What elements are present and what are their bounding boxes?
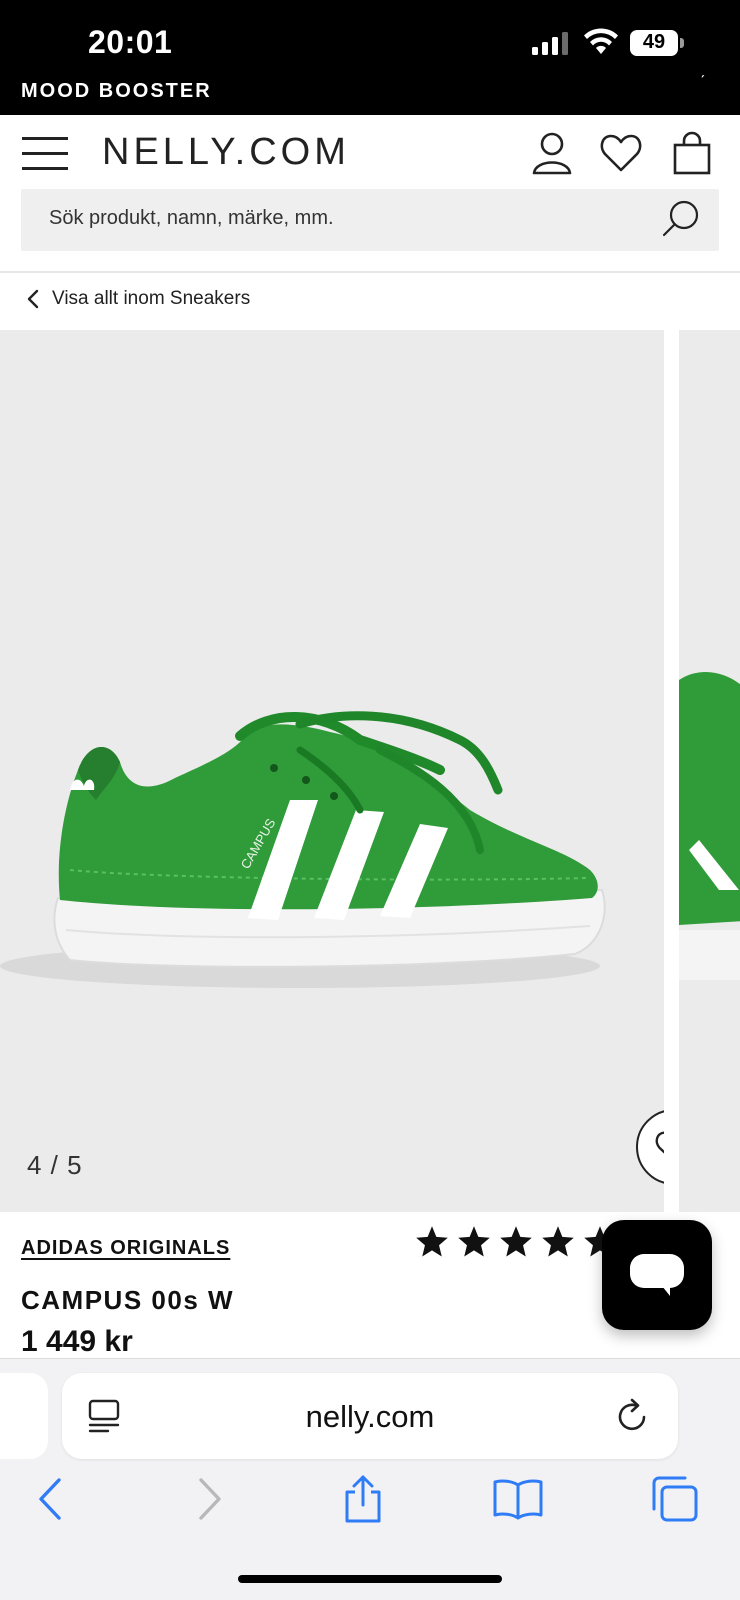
next-product-image-peek[interactable]	[679, 330, 740, 1212]
wishlist-heart-icon[interactable]	[599, 131, 643, 175]
gallery-counter: 4 / 5	[27, 1150, 83, 1180]
menu-icon[interactable]	[22, 137, 68, 171]
star-icon	[416, 1226, 448, 1257]
sneaker-image-next	[679, 671, 740, 980]
product-price: 1 449 kr	[21, 1325, 133, 1358]
product-brand-link[interactable]: ADIDAS ORIGINALS	[21, 1237, 230, 1260]
star-icon	[542, 1226, 574, 1257]
tabs-icon	[652, 1476, 698, 1522]
chat-support-button[interactable]	[602, 1220, 712, 1330]
home-indicator[interactable]	[238, 1575, 502, 1583]
back-button[interactable]	[22, 1471, 78, 1527]
heart-icon	[655, 1131, 664, 1154]
address-bar[interactable]: nelly.com	[62, 1373, 678, 1459]
search-placeholder: Sök produkt, namn, märke, mm.	[49, 207, 334, 229]
clock: 20:01	[88, 24, 173, 60]
site-header: NELLY.COM Sök produkt, namn, märke, mm.	[0, 115, 740, 273]
sneaker-image: CAMPUS	[0, 711, 606, 988]
forward-button[interactable]	[182, 1471, 238, 1527]
product-name: CAMPUS 00s W	[21, 1285, 235, 1315]
tabs-button[interactable]	[646, 1471, 702, 1527]
chevron-left-icon	[27, 289, 39, 309]
star-icon	[500, 1226, 532, 1257]
promo-banner-text[interactable]: MOOD BOOSTER	[21, 80, 212, 103]
battery-icon: 49	[630, 30, 684, 56]
battery-level: 49	[642, 31, 666, 53]
previous-tab-peek[interactable]	[0, 1373, 48, 1459]
url-text[interactable]: nelly.com	[62, 1399, 678, 1435]
shopping-bag-icon[interactable]	[670, 131, 714, 175]
share-icon	[345, 1475, 381, 1523]
search-icon[interactable]	[661, 199, 701, 239]
share-button[interactable]	[335, 1471, 391, 1527]
back-to-category-link[interactable]: Visa allt inom Sneakers	[26, 288, 250, 310]
promo-chevron-icon: ˊ	[700, 74, 706, 91]
back-link-label: Visa allt inom Sneakers	[52, 288, 251, 309]
status-bar: 20:01 49 MOOD BOOSTER ˊ	[0, 0, 740, 115]
reload-icon[interactable]	[614, 1397, 652, 1435]
forward-arrow-icon	[199, 1478, 221, 1520]
search-input[interactable]: Sök produkt, namn, märke, mm.	[21, 189, 719, 251]
product-image-gallery[interactable]: CAMPUS 4 / 5	[0, 330, 740, 1212]
product-image-slide[interactable]: CAMPUS 4 / 5	[0, 330, 664, 1212]
back-arrow-icon	[39, 1478, 61, 1520]
chat-bubble-icon	[630, 1254, 684, 1296]
rating-stars[interactable]	[414, 1224, 618, 1260]
bookmarks-button[interactable]	[490, 1471, 546, 1527]
cellular-signal-icon	[532, 32, 568, 55]
wifi-icon	[584, 28, 618, 54]
browser-toolbar: nelly.com	[0, 1358, 740, 1600]
site-logo[interactable]: NELLY.COM	[102, 131, 350, 174]
account-icon[interactable]	[530, 131, 574, 175]
book-icon	[493, 1479, 543, 1520]
star-icon	[458, 1226, 490, 1257]
